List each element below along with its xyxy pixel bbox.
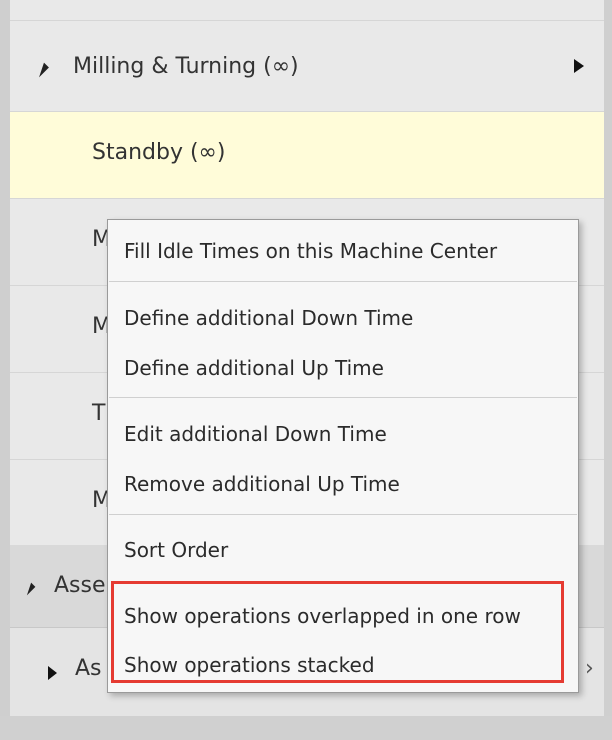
menu-item-sort-order[interactable]: Sort Order: [124, 538, 228, 562]
menu-item-show-overlapped[interactable]: Show operations overlapped in one row: [124, 604, 521, 628]
tree-top-row: [10, 0, 604, 21]
context-menu: Fill Idle Times on this Machine Center D…: [107, 219, 579, 693]
tree-row-standby[interactable]: Standby (∞): [10, 112, 604, 199]
row-label: Standby (∞): [92, 140, 226, 165]
menu-item-define-up-time[interactable]: Define additional Up Time: [124, 356, 384, 380]
expand-triangle-icon[interactable]: [34, 62, 49, 78]
menu-item-show-stacked[interactable]: Show operations stacked: [124, 653, 375, 677]
bottom-border: [0, 716, 612, 740]
menu-item-define-down-time[interactable]: Define additional Down Time: [124, 306, 413, 330]
row-label: T: [92, 401, 106, 426]
expand-triangle-icon[interactable]: [22, 582, 36, 596]
right-border: [604, 0, 612, 740]
row-tail-arrow-icon: ›: [585, 656, 594, 681]
group-milling-turning[interactable]: Milling & Turning (∞): [10, 21, 604, 112]
menu-separator: [109, 514, 577, 515]
subgroup-label: As: [75, 656, 102, 681]
menu-separator: [109, 281, 577, 282]
group-label: Asse: [54, 573, 106, 598]
collapsed-triangle-icon[interactable]: [48, 666, 57, 680]
menu-item-fill-idle-times[interactable]: Fill Idle Times on this Machine Center: [124, 239, 497, 263]
group-label: Milling & Turning (∞): [73, 53, 299, 79]
menu-item-remove-up-time[interactable]: Remove additional Up Time: [124, 472, 400, 496]
left-border: [0, 0, 10, 740]
menu-separator: [109, 397, 577, 398]
expand-right-arrow-icon[interactable]: [574, 59, 584, 73]
menu-item-edit-down-time[interactable]: Edit additional Down Time: [124, 422, 387, 446]
